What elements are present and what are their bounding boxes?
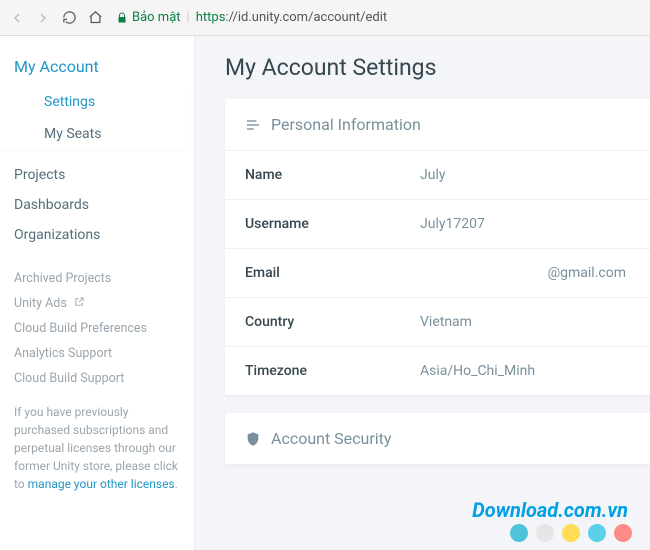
personal-info-heading: Personal Information — [225, 99, 650, 151]
sidebar-item-unity-ads[interactable]: Unity Ads — [14, 291, 194, 316]
row-username[interactable]: Username July17207 — [225, 200, 650, 249]
browser-toolbar: Bảo mật | https://id.unity.com/account/e… — [0, 0, 650, 36]
page-body: My Account Settings My Seats Projects Da… — [0, 36, 650, 550]
sidebar-my-account[interactable]: My Account — [14, 50, 194, 86]
secure-indicator: Bảo mật — [116, 10, 181, 25]
manage-licenses-link[interactable]: manage your other licenses — [28, 477, 175, 491]
row-timezone[interactable]: Timezone Asia/Ho_Chi_Minh — [225, 347, 650, 395]
sidebar-license-note: If you have previously purchased subscri… — [14, 403, 194, 493]
sidebar-subnav: Settings My Seats — [0, 86, 184, 150]
back-icon[interactable] — [8, 9, 26, 27]
name-value: July — [420, 167, 445, 183]
dot — [536, 524, 554, 542]
sidebar-item-my-seats[interactable]: My Seats — [28, 118, 184, 150]
address-bar[interactable]: Bảo mật | https://id.unity.com/account/e… — [112, 10, 642, 25]
page-title: My Account Settings — [225, 54, 650, 81]
username-value: July17207 — [420, 216, 485, 232]
sidebar: My Account Settings My Seats Projects Da… — [0, 36, 195, 550]
sidebar-item-settings[interactable]: Settings — [28, 86, 184, 118]
sidebar-item-archived-projects[interactable]: Archived Projects — [14, 266, 194, 291]
dot — [562, 524, 580, 542]
dot — [614, 524, 632, 542]
external-link-icon — [74, 296, 85, 311]
sidebar-item-dashboards[interactable]: Dashboards — [14, 190, 194, 220]
sidebar-item-projects[interactable]: Projects — [14, 160, 194, 190]
url-text: https://id.unity.com/account/edit — [196, 10, 387, 25]
country-label: Country — [245, 314, 420, 330]
dot — [588, 524, 606, 542]
timezone-value: Asia/Ho_Chi_Minh — [420, 363, 535, 379]
account-security-heading: Account Security — [225, 413, 650, 465]
personal-info-card: Personal Information Name July Username … — [225, 99, 650, 395]
account-security-card: Account Security — [225, 413, 650, 465]
lock-icon — [116, 12, 128, 24]
sidebar-item-analytics-support[interactable]: Analytics Support — [14, 341, 194, 366]
username-label: Username — [245, 216, 420, 232]
list-icon — [245, 117, 261, 133]
row-name[interactable]: Name July — [225, 151, 650, 200]
watermark: Download.com.vn — [472, 498, 628, 522]
reload-icon[interactable] — [60, 9, 78, 27]
sidebar-item-organizations[interactable]: Organizations — [14, 220, 194, 250]
secure-label: Bảo mật — [132, 10, 181, 25]
row-email[interactable]: Email @gmail.com — [225, 249, 650, 298]
main-content: My Account Settings Personal Information… — [195, 36, 650, 550]
dots-decoration — [510, 524, 632, 542]
email-label: Email — [245, 265, 420, 281]
shield-icon — [245, 431, 261, 447]
row-country[interactable]: Country Vietnam — [225, 298, 650, 347]
sidebar-item-cloud-build-preferences[interactable]: Cloud Build Preferences — [14, 316, 194, 341]
forward-icon[interactable] — [34, 9, 52, 27]
country-value: Vietnam — [420, 314, 472, 330]
dot — [510, 524, 528, 542]
name-label: Name — [245, 167, 420, 183]
home-icon[interactable] — [86, 9, 104, 27]
sidebar-item-cloud-build-support[interactable]: Cloud Build Support — [14, 366, 194, 391]
email-value: @gmail.com — [548, 265, 630, 281]
timezone-label: Timezone — [245, 363, 420, 379]
